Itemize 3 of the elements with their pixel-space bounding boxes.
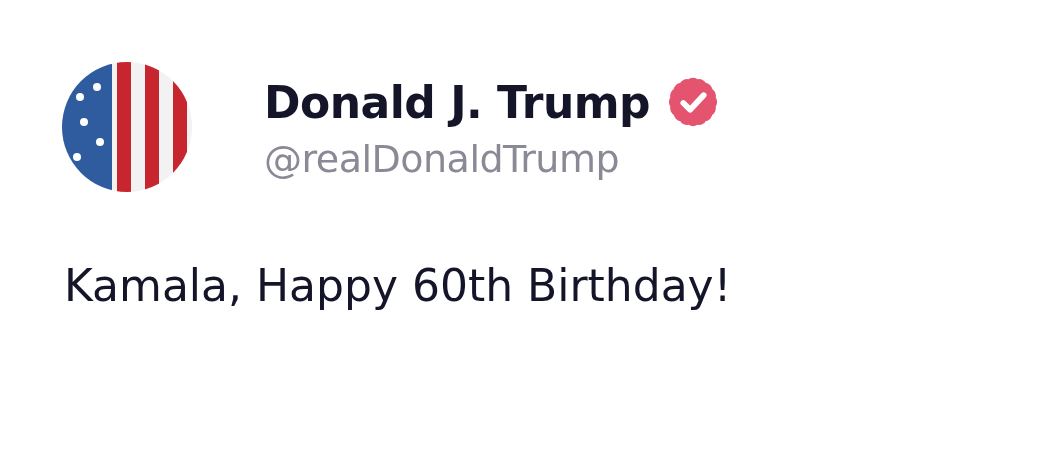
author-name: Donald J. Trump	[264, 76, 651, 128]
author-handle[interactable]: @realDonaldTrump	[264, 137, 723, 181]
post-text: Kamala, Happy 60th Birthday!	[64, 260, 733, 311]
